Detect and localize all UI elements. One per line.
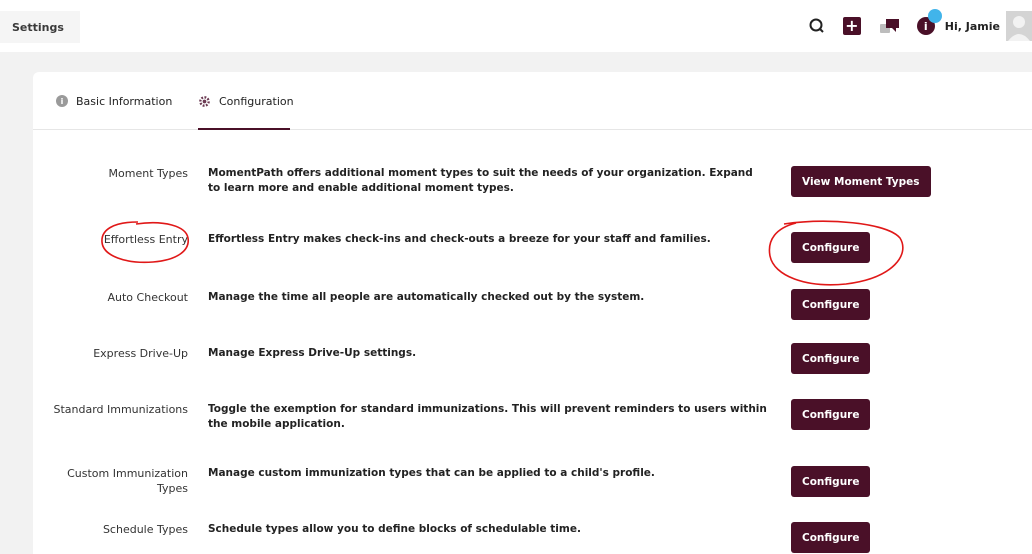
tab-basic-information[interactable]: i Basic Information xyxy=(56,72,172,130)
settings-card: i Basic Information Configuration Moment… xyxy=(33,72,1032,554)
effortless-entry-configure-button[interactable]: Configure xyxy=(791,232,871,263)
messages-icon[interactable] xyxy=(879,16,901,36)
breadcrumb[interactable]: Settings xyxy=(0,11,80,43)
add-icon[interactable]: + xyxy=(842,17,861,35)
setting-description: Manage custom immunization types that ca… xyxy=(208,467,655,479)
custom-immunization-types-configure-button[interactable]: Configure xyxy=(791,466,871,497)
setting-label: Schedule Types xyxy=(102,523,188,536)
setting-description: Manage the time all people are automatic… xyxy=(208,291,645,303)
user-greeting[interactable]: Hi, Jamie xyxy=(945,20,1000,33)
setting-label: Effortless Entry xyxy=(103,233,188,246)
setting-description: Toggle the exemption for standard immuni… xyxy=(208,403,767,430)
avatar[interactable] xyxy=(1006,11,1032,41)
notifications-icon[interactable]: i xyxy=(916,9,942,35)
tab-bar: i Basic Information Configuration xyxy=(33,72,1032,130)
setting-description: Schedule types allow you to define block… xyxy=(208,523,581,535)
standard-immunizations-configure-button[interactable]: Configure xyxy=(791,399,871,430)
view-moment-types-button[interactable]: View Moment Types xyxy=(791,166,931,197)
search-icon[interactable] xyxy=(807,16,827,36)
notification-badge xyxy=(927,9,942,23)
top-bar: Settings + i Hi, Jamie xyxy=(0,0,1032,52)
tab-label: Configuration xyxy=(219,94,294,108)
setting-label: Standard Immunizations xyxy=(53,403,188,416)
info-glyph: i xyxy=(923,19,928,33)
setting-label: Auto Checkout xyxy=(107,291,189,304)
setting-description: Manage Express Drive-Up settings. xyxy=(208,347,417,359)
tab-configuration[interactable]: Configuration xyxy=(198,72,294,130)
setting-label: Express Drive-Up xyxy=(93,347,188,360)
gear-icon xyxy=(199,95,210,107)
top-icons: + i Hi, Jamie xyxy=(807,0,1032,52)
setting-label: Moment Types xyxy=(108,167,188,180)
setting-description: Effortless Entry makes check-ins and che… xyxy=(208,233,711,245)
express-drive-up-configure-button[interactable]: Configure xyxy=(791,343,871,374)
setting-description: MomentPath offers additional moment type… xyxy=(208,167,753,194)
schedule-types-configure-button[interactable]: Configure xyxy=(791,522,871,553)
setting-label: Custom Immunization Types xyxy=(67,467,188,495)
auto-checkout-configure-button[interactable]: Configure xyxy=(791,289,871,320)
info-icon: i xyxy=(56,95,68,107)
tab-label: Basic Information xyxy=(76,94,173,108)
active-tab-indicator xyxy=(198,128,290,130)
